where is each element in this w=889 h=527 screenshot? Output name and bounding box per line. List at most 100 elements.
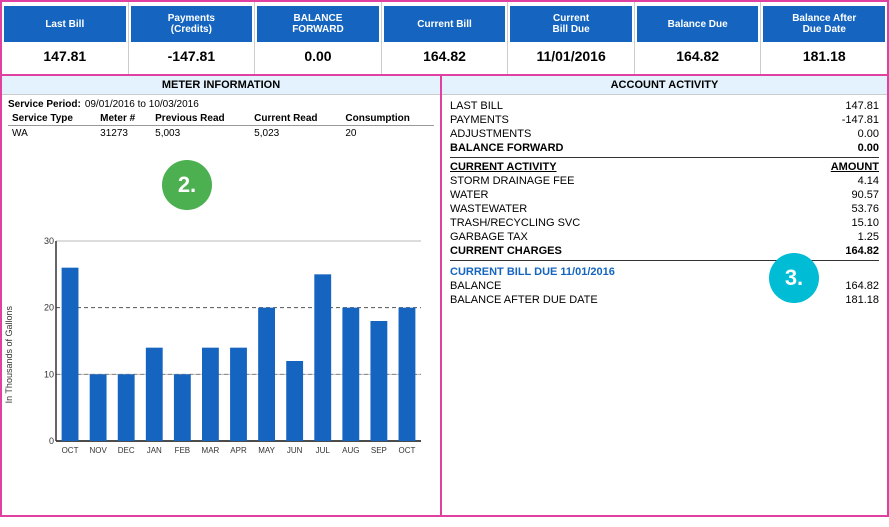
- chart-month-label: APR: [230, 446, 247, 455]
- chart-month-label: AUG: [342, 446, 359, 455]
- balance-amt: 181.18: [819, 294, 879, 306]
- svg-text:10: 10: [44, 369, 54, 379]
- chart-month-label: MAR: [202, 446, 220, 455]
- activity-row: CURRENT CHARGES164.82: [450, 244, 879, 258]
- chart-month-label: OCT: [399, 446, 416, 455]
- summary-cell-1: Payments (Credits)-147.81: [129, 2, 256, 74]
- chart-month-label: OCT: [62, 446, 79, 455]
- account-section-title: ACCOUNT ACTIVITY: [442, 76, 887, 95]
- account-desc: LAST BILL: [450, 100, 819, 112]
- account-row: LAST BILL147.81: [450, 99, 879, 113]
- main-content: METER INFORMATION Service Period: 09/01/…: [0, 76, 889, 517]
- activity-amt: 90.57: [819, 189, 879, 201]
- account-amt: -147.81: [819, 114, 879, 126]
- activity-amt: 164.82: [819, 245, 879, 257]
- bar-JAN: [146, 348, 163, 441]
- chart-area: In Thousands of Gallons 0102030OCTNOVDEC…: [2, 225, 440, 515]
- bar-JUN: [286, 361, 303, 441]
- meter-col-header: Consumption: [341, 112, 434, 126]
- summary-value-6: 181.18: [763, 42, 885, 70]
- badge-3: 3.: [769, 253, 819, 303]
- activity-amt: 15.10: [819, 217, 879, 229]
- activity-amt: 53.76: [819, 203, 879, 215]
- account-amt: 0.00: [819, 128, 879, 140]
- meter-row: WA312735,0035,02320: [8, 126, 434, 142]
- summary-value-3: 164.82: [384, 42, 506, 70]
- chart-month-label: FEB: [175, 446, 191, 455]
- bar-OCT: [62, 268, 79, 441]
- bar-FEB: [174, 374, 191, 441]
- bar-AUG: [342, 308, 359, 441]
- bar-NOV: [90, 374, 107, 441]
- account-row: PAYMENTS-147.81: [450, 113, 879, 127]
- summary-value-4: 11/01/2016: [510, 42, 632, 70]
- activity-desc: TRASH/RECYCLING SVC: [450, 217, 819, 229]
- activity-desc: STORM DRAINAGE FEE: [450, 175, 819, 187]
- meter-cell: WA: [8, 126, 96, 142]
- svg-text:30: 30: [44, 236, 54, 246]
- bar-DEC: [118, 374, 135, 441]
- right-panel: ACCOUNT ACTIVITY LAST BILL147.81PAYMENTS…: [442, 76, 887, 515]
- account-row: BALANCE FORWARD0.00: [450, 141, 879, 155]
- account-table: LAST BILL147.81PAYMENTS-147.81ADJUSTMENT…: [442, 95, 887, 311]
- activity-row: WATER90.57: [450, 188, 879, 202]
- summary-label-4: Current Bill Due: [510, 6, 632, 42]
- activity-desc: GARBAGE TAX: [450, 231, 819, 243]
- summary-cell-5: Balance Due164.82: [635, 2, 762, 74]
- summary-value-1: -147.81: [131, 42, 253, 70]
- summary-value-5: 164.82: [637, 42, 759, 70]
- badge-2: 2.: [162, 160, 212, 210]
- balance-amt: 164.82: [819, 280, 879, 292]
- activity-desc: WASTEWATER: [450, 203, 819, 215]
- summary-value-2: 0.00: [257, 42, 379, 70]
- bar-MAR: [202, 348, 219, 441]
- summary-value-0: 147.81: [4, 42, 126, 70]
- bar-MAY: [258, 308, 275, 441]
- account-desc: PAYMENTS: [450, 114, 819, 126]
- meter-col-header: Service Type: [8, 112, 96, 126]
- chart-month-label: SEP: [371, 446, 387, 455]
- left-panel: METER INFORMATION Service Period: 09/01/…: [2, 76, 442, 515]
- meter-col-header: Meter #: [96, 112, 151, 126]
- activity-desc: WATER: [450, 189, 819, 201]
- chart-month-label: MAY: [258, 446, 275, 455]
- chart-month-label: JAN: [147, 446, 162, 455]
- y-axis-label: In Thousands of Gallons: [4, 306, 14, 403]
- summary-cell-0: Last Bill147.81: [2, 2, 129, 74]
- meter-cell: 5,003: [151, 126, 250, 142]
- svg-text:20: 20: [44, 303, 54, 313]
- balance-desc: BALANCE: [450, 280, 819, 292]
- bar-APR: [230, 348, 247, 441]
- balance-row: BALANCE AFTER DUE DATE181.18: [450, 293, 879, 307]
- svg-text:0: 0: [49, 436, 54, 446]
- account-amt: 0.00: [819, 142, 879, 154]
- meter-cell: 5,023: [250, 126, 341, 142]
- activity-amt: 4.14: [819, 175, 879, 187]
- service-period-value: 09/01/2016 to 10/03/2016: [85, 99, 199, 110]
- summary-cell-3: Current Bill164.82: [382, 2, 509, 74]
- summary-label-1: Payments (Credits): [131, 6, 253, 42]
- meter-cell: 31273: [96, 126, 151, 142]
- summary-label-3: Current Bill: [384, 6, 506, 42]
- summary-cell-2: BALANCE FORWARD0.00: [255, 2, 382, 74]
- meter-info: Service Period: 09/01/2016 to 10/03/2016…: [2, 95, 440, 145]
- chart-month-label: JUL: [316, 446, 331, 455]
- summary-header: Last Bill147.81Payments (Credits)-147.81…: [0, 0, 889, 76]
- summary-label-5: Balance Due: [637, 6, 759, 42]
- current-activity-header: CURRENT ACTIVITY AMOUNT: [450, 160, 879, 174]
- activity-row: STORM DRAINAGE FEE4.14: [450, 174, 879, 188]
- meter-table: Service TypeMeter #Previous ReadCurrent …: [8, 112, 434, 141]
- chart-month-label: JUN: [287, 446, 303, 455]
- bar-OCT: [399, 308, 416, 441]
- account-amt: 147.81: [819, 100, 879, 112]
- summary-cell-4: Current Bill Due11/01/2016: [508, 2, 635, 74]
- chart-month-label: NOV: [89, 446, 107, 455]
- account-row: ADJUSTMENTS0.00: [450, 127, 879, 141]
- bar-JUL: [314, 274, 331, 441]
- activity-amt: 1.25: [819, 231, 879, 243]
- account-desc: ADJUSTMENTS: [450, 128, 819, 140]
- balance-desc: BALANCE AFTER DUE DATE: [450, 294, 819, 306]
- account-desc: BALANCE FORWARD: [450, 142, 819, 154]
- service-period-label: Service Period:: [8, 99, 81, 110]
- bar-SEP: [370, 321, 387, 441]
